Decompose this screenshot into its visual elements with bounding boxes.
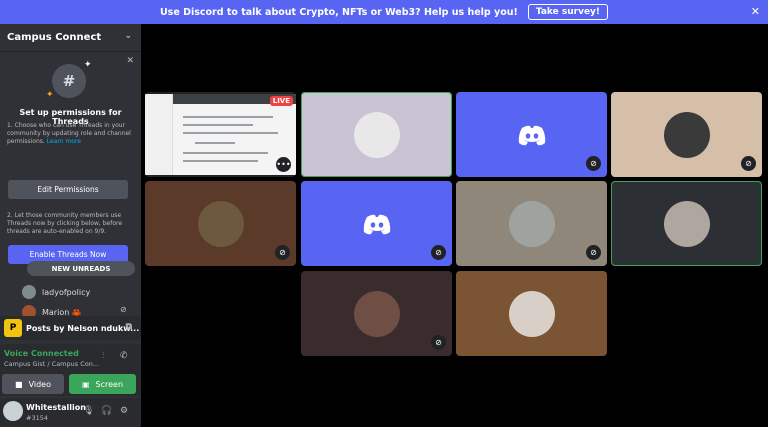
participant-tile[interactable]: ⊘ <box>145 181 296 266</box>
avatar: P <box>4 319 22 337</box>
sparkle-icon: ✦ <box>84 60 92 70</box>
step-two-text: 2. Let those community members use Threa… <box>7 212 123 235</box>
mic-muted-icon: ⊘ <box>586 156 601 171</box>
text-line <box>183 160 258 162</box>
channel-sidebar: Campus Connect ⌄ ✕ # ✦ ✦ Set up permissi… <box>0 24 141 427</box>
text-line <box>183 132 278 134</box>
mic-muted-icon: ⊘ <box>431 245 446 260</box>
take-survey-button[interactable]: Take survey! <box>527 4 609 20</box>
learn-more-link[interactable]: Learn more <box>47 138 81 145</box>
server-header[interactable]: Campus Connect ⌄ <box>0 24 141 52</box>
screen-share-button[interactable]: ▣ Screen <box>69 374 136 394</box>
headset-icon[interactable]: 🎧 <box>101 406 112 416</box>
more-options-icon[interactable]: ••• <box>276 157 291 172</box>
username: Whitestallion <box>26 403 86 412</box>
new-unreads-badge[interactable]: NEW UNREADS <box>27 261 135 276</box>
avatar <box>508 290 555 337</box>
text-line <box>183 152 268 154</box>
avatar[interactable] <box>3 401 23 421</box>
stream-title: Posts by Nelson ndukw... <box>26 323 140 333</box>
banner-text: Use Discord to talk about Crypto, NFTs o… <box>159 6 518 18</box>
shared-screen-preview <box>145 94 296 175</box>
chevron-down-icon[interactable]: ⌄ <box>124 31 132 41</box>
mic-muted-icon: ⊘ <box>120 305 127 314</box>
screen-share-icon: ▣ <box>81 379 90 389</box>
sparkle-icon: ✦ <box>46 90 54 100</box>
banner-close-icon[interactable]: ✕ <box>751 5 760 18</box>
mic-muted-icon: ⊘ <box>741 156 756 171</box>
user-tag: #3154 <box>26 414 48 422</box>
mic-muted-icon: ⊘ <box>586 245 601 260</box>
participant-tile[interactable]: ⊘ <box>456 92 607 177</box>
video-label: Video <box>28 379 51 389</box>
video-button[interactable]: ■ Video <box>2 374 64 394</box>
participant-tile[interactable]: ⊘ <box>301 181 452 266</box>
avatar <box>663 200 710 247</box>
mic-muted-icon: ⊘ <box>431 335 446 350</box>
announcement-banner: Use Discord to talk about Crypto, NFTs o… <box>0 0 768 24</box>
doc-outline <box>145 94 173 175</box>
user-panel: Whitestallion #3154 🎙 🎧 ⚙ <box>0 398 141 427</box>
voice-channel-location[interactable]: Campus Gist / Campus Con... <box>4 360 99 368</box>
voice-status-panel: Voice Connected Campus Gist / Campus Con… <box>0 344 141 396</box>
discord-logo-icon <box>363 214 390 234</box>
voice-connected-label[interactable]: Voice Connected <box>4 349 79 358</box>
noise-suppression-icon[interactable]: ⫶ <box>102 351 104 361</box>
screen-share-tile[interactable]: LIVE ••• <box>145 92 296 177</box>
avatar <box>353 290 400 337</box>
text-line <box>183 124 253 126</box>
camera-icon: ■ <box>15 379 23 389</box>
posts-stream-row[interactable]: P Posts by Nelson ndukw... ⧉ <box>0 316 141 340</box>
threads-permissions-panel: ✕ # ✦ ✦ Set up permissions for Threads 1… <box>0 52 141 281</box>
close-icon[interactable]: ✕ <box>126 56 134 66</box>
step-one-text: 1. Choose who can use Threads in your co… <box>7 122 131 145</box>
microphone-icon[interactable]: 🎙 <box>83 406 94 416</box>
live-badge: LIVE <box>269 96 293 106</box>
participant-tile[interactable]: ⊘ <box>301 271 452 356</box>
participant-tile[interactable]: ⊘ <box>611 92 762 177</box>
discord-logo-icon <box>518 125 545 145</box>
avatar <box>663 111 710 158</box>
participant-tile[interactable]: ⊘ <box>456 181 607 266</box>
participant-tile[interactable] <box>301 92 452 177</box>
participant-tile[interactable] <box>456 271 607 356</box>
text-line <box>195 142 235 144</box>
text-line <box>183 116 273 118</box>
mic-muted-icon: ⊘ <box>275 245 290 260</box>
gear-icon[interactable]: ⚙ <box>120 406 128 416</box>
member-name: ladyofpolicy <box>42 287 91 297</box>
threads-icon: # <box>52 64 86 98</box>
voice-member[interactable]: ladyofpolicy <box>22 285 90 299</box>
edit-permissions-button[interactable]: Edit Permissions <box>8 180 128 199</box>
popout-icon[interactable]: ⧉ <box>126 322 132 332</box>
disconnect-icon[interactable]: ✆ <box>120 351 128 361</box>
avatar <box>22 285 36 299</box>
avatar <box>197 200 244 247</box>
participant-tile[interactable] <box>611 181 762 266</box>
server-name: Campus Connect <box>7 32 102 43</box>
avatar <box>508 200 555 247</box>
avatar <box>353 111 400 158</box>
screen-label: Screen <box>95 379 124 389</box>
